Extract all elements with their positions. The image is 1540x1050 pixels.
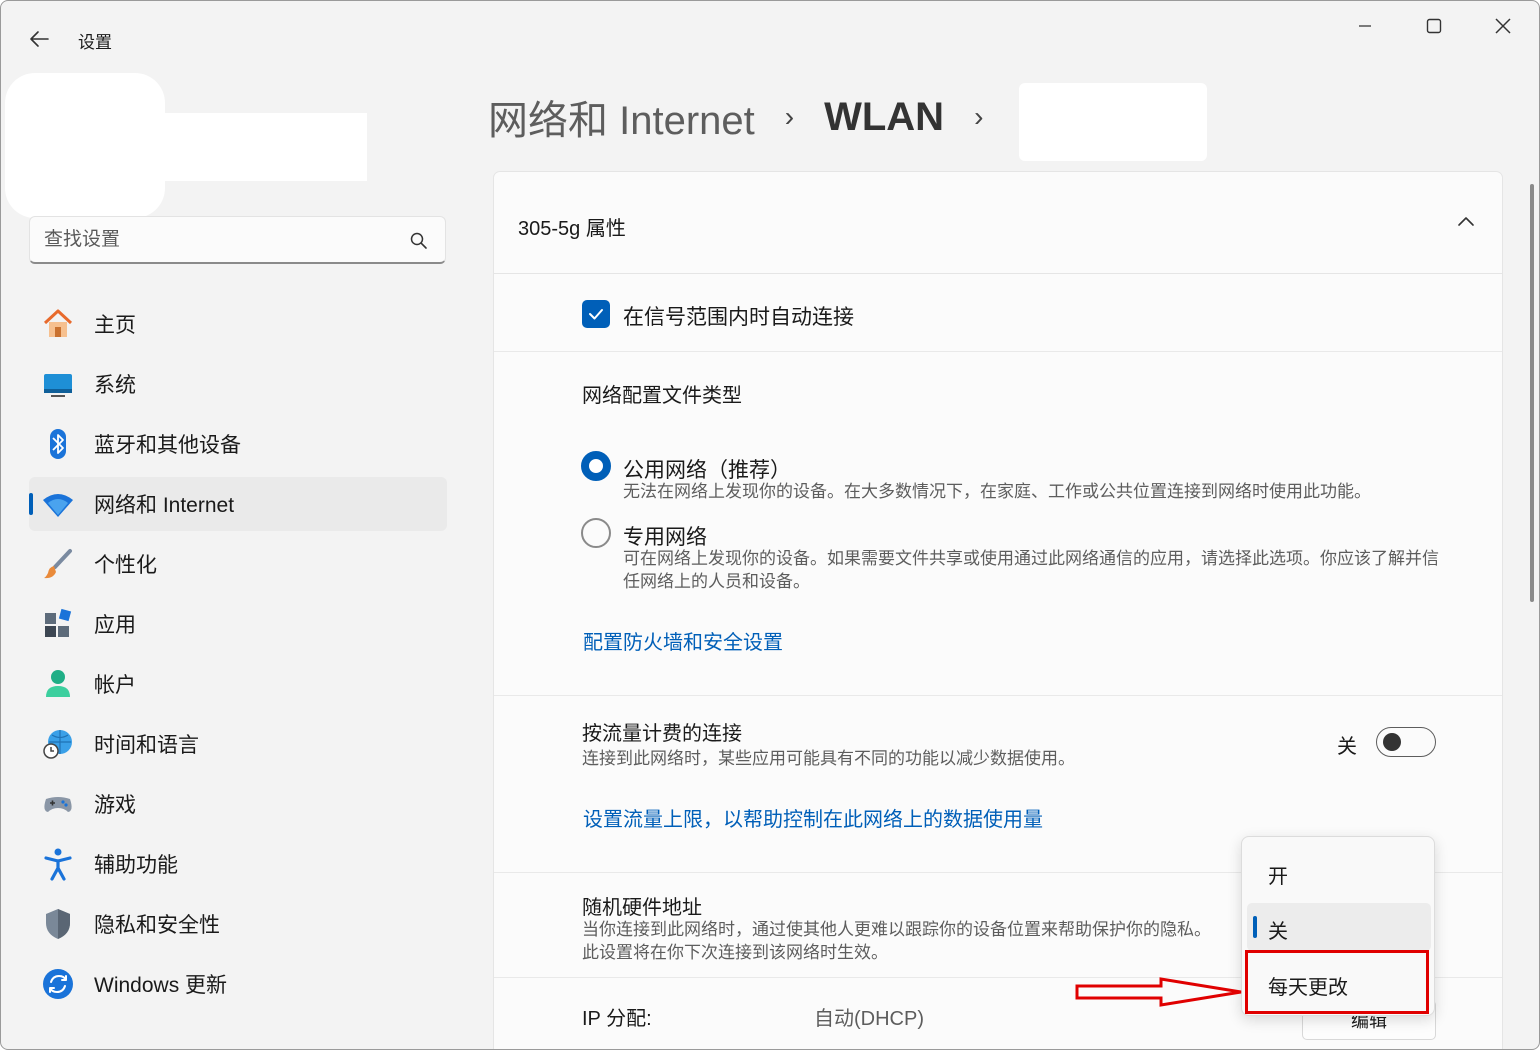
breadcrumb-network[interactable]: 网络和 Internet <box>488 88 755 146</box>
sidebar-item-privacy[interactable]: 隐私和安全性 <box>29 897 447 951</box>
random-hw-address-desc: 当你连接到此网络时，通过使其他人更难以跟踪你的设备位置来帮助保护你的隐私。此设置… <box>582 920 1211 962</box>
search-input[interactable] <box>44 225 404 255</box>
breadcrumb-wlan[interactable]: WLAN <box>824 95 944 140</box>
properties-header[interactable]: 305-5g 属性 <box>494 172 1502 274</box>
sidebar-item-windows-update[interactable]: Windows 更新 <box>29 957 447 1011</box>
redacted-account-area <box>151 113 367 181</box>
sidebar-item-system[interactable]: 系统 <box>29 357 447 411</box>
close-button[interactable] <box>1473 9 1533 43</box>
arrow-left-icon <box>30 31 49 47</box>
update-icon <box>41 967 75 1001</box>
firewall-settings-link[interactable]: 配置防火墙和安全设置 <box>583 626 783 655</box>
account-icon <box>41 667 75 701</box>
sidebar-item-apps[interactable]: 应用 <box>29 597 447 651</box>
checkmark-icon <box>589 309 603 320</box>
brush-icon <box>41 547 75 581</box>
shield-icon <box>41 907 75 941</box>
system-icon <box>41 367 75 401</box>
minimize-button[interactable] <box>1335 9 1395 43</box>
app-title: 设置 <box>78 33 112 52</box>
breadcrumb-separator: › <box>974 101 984 132</box>
search-icon[interactable] <box>409 231 429 251</box>
sidebar-item-label: 帐户 <box>94 674 136 697</box>
sidebar-item-accounts[interactable]: 帐户 <box>29 657 447 711</box>
public-network-radio[interactable] <box>581 451 611 481</box>
gamepad-icon <box>41 787 75 821</box>
ip-assignment-value: 自动(DHCP) <box>814 1008 924 1030</box>
private-network-radio[interactable] <box>581 518 611 548</box>
toggle-knob <box>1383 733 1401 751</box>
auto-connect-checkbox[interactable] <box>582 300 610 328</box>
sidebar-item-label: 个性化 <box>94 554 157 577</box>
apps-icon <box>41 607 75 641</box>
home-icon <box>41 307 75 341</box>
breadcrumb-separator: › <box>784 101 795 132</box>
redacted-network-name <box>1019 83 1207 161</box>
sidebar-item-label: Windows 更新 <box>94 974 228 997</box>
sidebar-item-label: 游戏 <box>94 794 136 817</box>
scrollbar-thumb[interactable] <box>1530 184 1534 602</box>
minimize-icon <box>1359 25 1371 27</box>
metered-connection-desc: 连接到此网络时，某些应用可能具有不同的功能以减少数据使用。 <box>582 749 1075 768</box>
sidebar-item-network[interactable]: 网络和 Internet <box>29 477 447 531</box>
dropdown-option-label: 开 <box>1268 866 1288 888</box>
time-language-icon <box>41 727 75 761</box>
sidebar-item-label: 隐私和安全性 <box>94 914 220 937</box>
close-icon <box>1495 18 1511 34</box>
auto-connect-row: 在信号范围内时自动连接 <box>494 274 1502 352</box>
back-button[interactable] <box>23 23 55 55</box>
sidebar-nav: 主页 系统 蓝牙和其他设备 网络和 Internet 个性化 应用 帐户 时间和… <box>29 297 447 1017</box>
sidebar-item-accessibility[interactable]: 辅助功能 <box>29 837 447 891</box>
divider <box>494 695 1502 696</box>
maximize-button[interactable] <box>1404 9 1464 43</box>
sidebar-item-time-language[interactable]: 时间和语言 <box>29 717 447 771</box>
search-box[interactable] <box>29 216 446 264</box>
annotation-arrow-icon <box>1075 977 1242 1007</box>
dropdown-option-label: 关 <box>1268 921 1288 943</box>
metered-connection-title: 按流量计费的连接 <box>582 723 742 745</box>
dropdown-option-off[interactable]: 关 <box>1247 903 1431 951</box>
profile-type-title: 网络配置文件类型 <box>582 385 742 407</box>
sidebar-item-home[interactable]: 主页 <box>29 297 447 351</box>
metered-toggle[interactable] <box>1376 727 1436 757</box>
redacted-avatar-area <box>5 73 165 218</box>
chevron-up-icon[interactable] <box>1456 212 1476 232</box>
sidebar-item-label: 时间和语言 <box>94 734 199 757</box>
ip-assignment-label: IP 分配: <box>582 1008 652 1030</box>
sidebar-item-bluetooth[interactable]: 蓝牙和其他设备 <box>29 417 447 471</box>
maximize-icon <box>1426 18 1442 34</box>
sidebar-item-label: 网络和 Internet <box>94 494 235 517</box>
auto-connect-label: 在信号范围内时自动连接 <box>623 306 854 329</box>
annotation-highlight-box <box>1245 950 1429 1014</box>
sidebar-item-personalization[interactable]: 个性化 <box>29 537 447 591</box>
sidebar-item-label: 辅助功能 <box>94 854 178 877</box>
data-limit-link[interactable]: 设置流量上限，以帮助控制在此网络上的数据使用量 <box>583 803 1043 832</box>
sidebar-item-label: 主页 <box>94 314 136 337</box>
breadcrumb: 网络和 Internet › WLAN › <box>488 87 1013 147</box>
sidebar-item-label: 系统 <box>94 374 136 397</box>
sidebar-item-label: 应用 <box>94 614 136 637</box>
bluetooth-icon <box>41 427 75 461</box>
metered-toggle-label: 关 <box>1337 736 1357 758</box>
private-network-desc: 可在网络上发现你的设备。如果需要文件共享或使用通过此网络通信的应用，请选择此选项… <box>623 549 1439 591</box>
wifi-icon <box>41 487 75 521</box>
random-hw-address-title: 随机硬件地址 <box>582 897 702 919</box>
dropdown-option-on[interactable]: 开 <box>1247 848 1431 896</box>
properties-title: 305-5g 属性 <box>518 218 626 240</box>
settings-window: 设置 主页 系统 <box>0 0 1540 1050</box>
sidebar-item-gaming[interactable]: 游戏 <box>29 777 447 831</box>
accessibility-icon <box>41 847 75 881</box>
sidebar-item-label: 蓝牙和其他设备 <box>94 434 241 457</box>
public-network-desc: 无法在网络上发现你的设备。在大多数情况下，在家庭、工作或公共位置连接到网络时使用… <box>623 482 1371 501</box>
